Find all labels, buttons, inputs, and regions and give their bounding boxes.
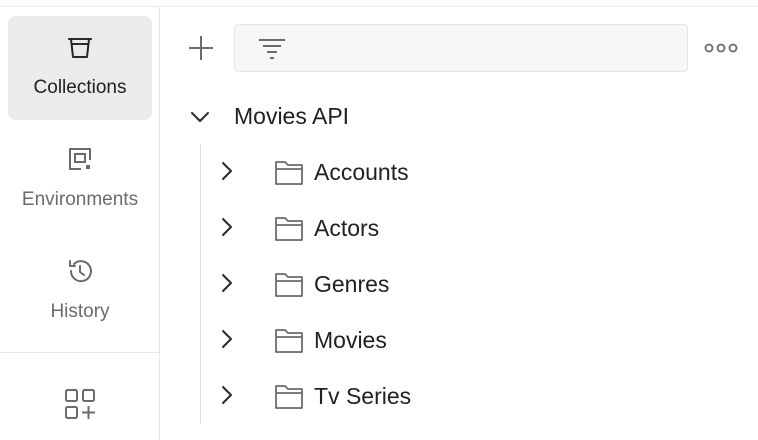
folder-icon xyxy=(275,217,303,241)
sidebar-item-label: Environments xyxy=(21,189,139,210)
search-input[interactable] xyxy=(297,31,681,67)
collection-name: Movies API xyxy=(234,103,350,129)
filter-icon xyxy=(259,39,285,59)
chevron-down-icon[interactable] xyxy=(189,106,211,128)
sidebar-item-history[interactable]: History xyxy=(8,240,152,344)
folder-name: Accounts xyxy=(314,159,409,185)
add-collection-button[interactable] xyxy=(186,33,216,63)
sidebar-divider xyxy=(0,352,160,353)
folder-icon xyxy=(275,385,303,409)
sidebar-item-collections[interactable]: Collections xyxy=(8,16,152,120)
history-icon xyxy=(69,260,92,283)
sidebar-item-environments[interactable]: Environments xyxy=(8,128,152,232)
folder-icon xyxy=(275,329,303,353)
folder-row-tv-series[interactable]: Tv Series xyxy=(208,370,738,422)
more-options-button[interactable] xyxy=(704,38,738,58)
search-field[interactable] xyxy=(234,24,688,72)
sidebar: Collections Environments History xyxy=(0,7,160,440)
folder-name: Tv Series xyxy=(314,383,412,409)
folder-icon xyxy=(275,273,303,297)
folder-row-accounts[interactable]: Accounts xyxy=(208,146,738,198)
folder-row-actors[interactable]: Actors xyxy=(208,202,738,254)
sidebar-item-label: Collections xyxy=(33,77,127,98)
folder-name: Genres xyxy=(314,271,390,297)
chevron-right-icon[interactable] xyxy=(216,384,238,406)
chevron-right-icon[interactable] xyxy=(216,272,238,294)
trash-bin-collections-icon xyxy=(68,38,92,58)
folder-row-movies[interactable]: Movies xyxy=(208,314,738,366)
sidebar-item-label: History xyxy=(50,301,110,322)
environment-icon xyxy=(69,148,91,170)
folder-name: Actors xyxy=(314,215,380,241)
plus-icon xyxy=(189,36,213,60)
grid-plus-icon[interactable] xyxy=(63,387,97,421)
chevron-right-icon[interactable] xyxy=(216,216,238,238)
folder-name: Movies xyxy=(314,327,387,353)
folder-icon xyxy=(275,161,303,185)
chevron-right-icon[interactable] xyxy=(216,160,238,182)
more-horizontal-icon xyxy=(704,43,738,53)
collection-row-movies-api[interactable]: Movies API xyxy=(176,92,736,140)
folder-row-genres[interactable]: Genres xyxy=(208,258,738,310)
tree-indent-guide xyxy=(200,144,201,424)
chevron-right-icon[interactable] xyxy=(216,328,238,350)
